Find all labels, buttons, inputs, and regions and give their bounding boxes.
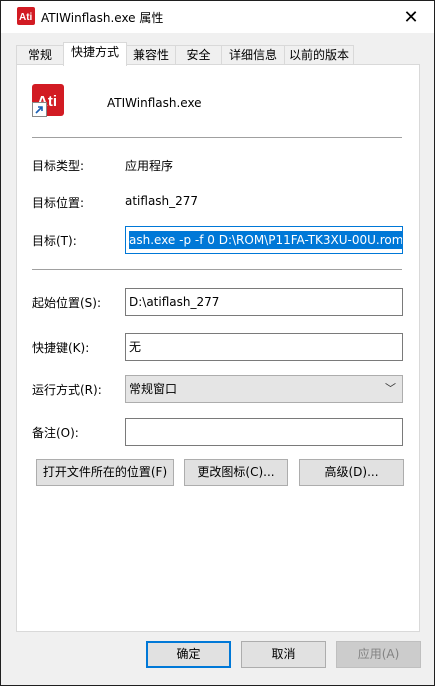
tab-shortcut[interactable]: 快捷方式 [63,42,127,66]
target-type-label: 目标类型: [32,159,85,173]
title-bar: Ati ATIWinflash.exe 属性 ✕ [1,1,434,33]
separator [32,137,402,138]
ok-button[interactable]: 确定 [146,641,231,668]
run-label: 运行方式(R): [32,383,102,397]
start-in-label: 起始位置(S): [32,296,102,310]
run-select-value: 常规窗口 [129,382,178,396]
advanced-button[interactable]: 高级(D)... [299,459,404,486]
target-input[interactable]: ash.exe -p -f 0 D:\ROM\P11FA-TK3XU-00U.r… [125,226,403,254]
tab-details[interactable]: 详细信息 [221,45,285,65]
chevron-down-icon: ﹀ [385,382,396,395]
hotkey-label: 快捷键(K): [32,341,90,355]
hotkey-text: 无 [129,340,142,354]
close-icon: ✕ [403,6,419,28]
separator [32,269,402,270]
change-icon-button[interactable]: 更改图标(C)... [184,459,288,486]
start-in-text: D:\atiflash_277 [129,295,220,309]
apply-button[interactable]: 应用(A) [336,641,421,668]
shortcut-arrow-icon [32,102,47,117]
svg-text:Ati: Ati [19,12,33,23]
start-in-input[interactable]: D:\atiflash_277 [125,288,403,316]
window-title: ATIWinflash.exe 属性 [41,11,164,25]
target-location-label: 目标位置: [32,196,85,210]
target-input-text: ash.exe -p -f 0 D:\ROM\P11FA-TK3XU-00U.r… [129,231,403,249]
properties-window: Ati ATIWinflash.exe 属性 ✕ 常规 快捷方式 兼容性 安全 … [0,0,435,686]
ati-app-icon: Ati [17,7,35,25]
comment-label: 备注(O): [32,426,79,440]
target-type-value: 应用程序 [125,159,174,173]
hotkey-input[interactable]: 无 [125,333,403,361]
cancel-button[interactable]: 取消 [241,641,326,668]
tab-previous-versions[interactable]: 以前的版本 [284,45,354,65]
run-select[interactable]: 常规窗口 ﹀ [125,375,403,403]
target-label: 目标(T): [32,234,77,248]
comment-input[interactable] [125,418,403,446]
tab-general[interactable]: 常规 [16,45,64,65]
app-name: ATIWinflash.exe [107,96,202,110]
open-file-location-button[interactable]: 打开文件所在的位置(F) [36,459,174,486]
tab-security[interactable]: 安全 [175,45,222,65]
target-location-value: atiflash_277 [125,194,199,208]
close-button[interactable]: ✕ [388,1,434,33]
tab-compatibility[interactable]: 兼容性 [126,45,176,65]
